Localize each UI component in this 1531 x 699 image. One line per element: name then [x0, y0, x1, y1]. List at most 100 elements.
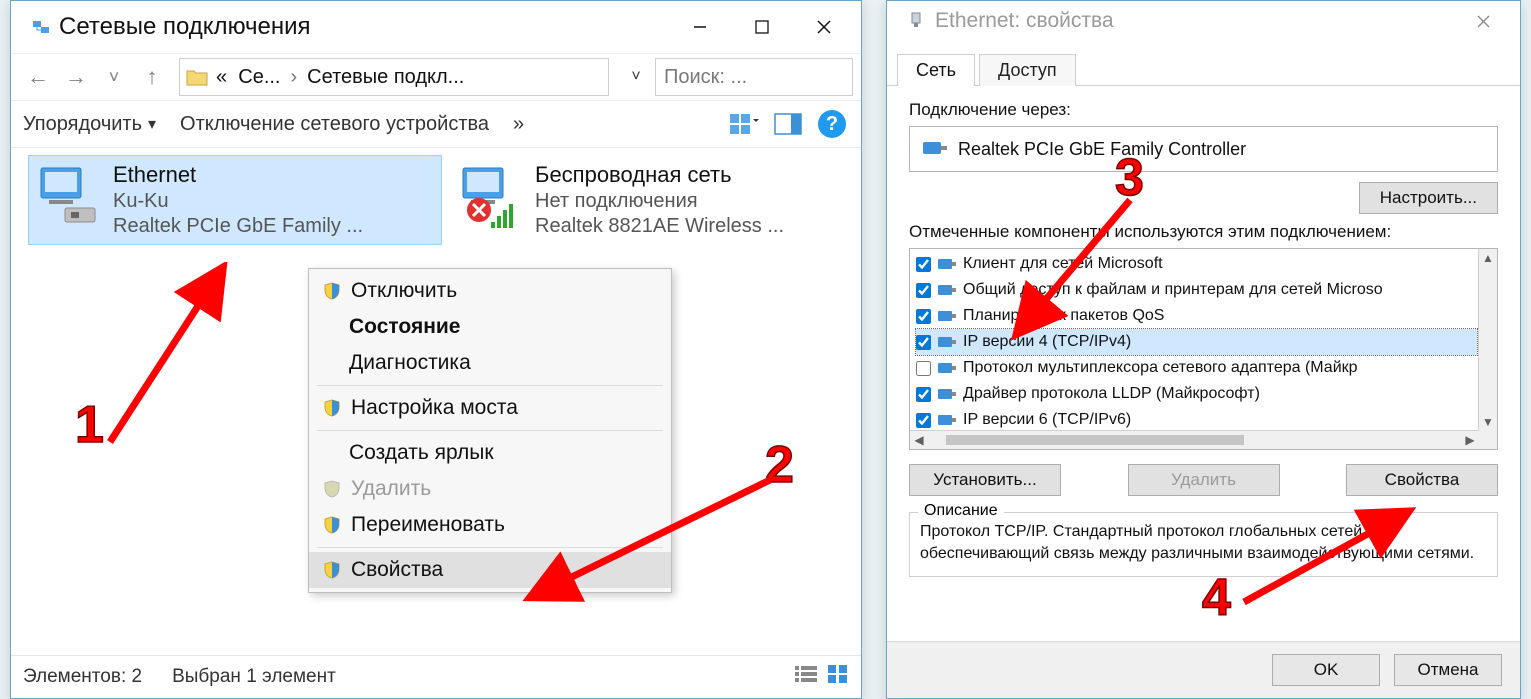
component-checkbox[interactable] [916, 361, 931, 376]
component-checkbox[interactable] [916, 335, 931, 350]
close-button[interactable] [1452, 1, 1514, 41]
context-menu: Отключить Состояние Диагностика Настройк… [308, 268, 672, 593]
details-view-icon[interactable] [795, 664, 817, 690]
menu-rename[interactable]: Переименовать [309, 507, 671, 543]
connection-name: Ethernet [113, 162, 363, 188]
cancel-button[interactable]: Отмена [1394, 654, 1502, 686]
menu-properties[interactable]: Свойства [309, 552, 671, 588]
search-placeholder: Поиск: ... [664, 66, 747, 89]
component-row[interactable]: Общий доступ к файлам и принтерам для се… [916, 277, 1477, 303]
scrollbar-vertical[interactable]: ▲ ▼ [1478, 249, 1497, 431]
scroll-right-icon[interactable]: ▶ [1461, 431, 1479, 449]
description-legend: Описание [918, 502, 1004, 520]
scroll-left-icon[interactable]: ◀ [910, 431, 928, 449]
nav-bar: ← → ˅ ↑ « Се... › Сетевые подкл... ˅ Пои… [11, 53, 861, 101]
ethernet-properties-window: Ethernet: свойства Сеть Доступ Подключен… [886, 0, 1521, 699]
component-row[interactable]: Клиент для сетей Microsoft [916, 251, 1477, 277]
maximize-button[interactable] [731, 7, 793, 47]
component-label: Драйвер протокола LLDP (Майкрософт) [963, 385, 1260, 403]
shield-icon [323, 561, 341, 579]
connection-status: Нет подключения [535, 190, 784, 213]
network-tab-panel: Подключение через: Realtek PCIe GbE Fami… [887, 86, 1520, 577]
dialog-footer: OK Отмена [887, 641, 1520, 698]
breadcrumb-separator: › [291, 66, 298, 89]
organize-menu[interactable]: Упорядочить▾ [23, 113, 156, 136]
view-menu[interactable] [727, 109, 761, 139]
status-bar: Элементов: 2 Выбран 1 элемент [11, 655, 861, 698]
preview-pane-button[interactable] [771, 109, 805, 139]
forward-button[interactable]: → [57, 59, 95, 95]
scroll-up-icon[interactable]: ▲ [1479, 249, 1497, 267]
components-listbox[interactable]: Клиент для сетей Microsoft Общий доступ к… [909, 248, 1498, 450]
scroll-down-icon[interactable]: ▼ [1479, 413, 1497, 431]
refresh-dropdown[interactable]: ˅ [617, 59, 655, 95]
menu-diagnose[interactable]: Диагностика [309, 345, 671, 381]
component-icon [937, 360, 957, 376]
scrollbar-horizontal[interactable]: ◀ ▶ [910, 430, 1479, 449]
connection-device: Realtek PCIe GbE Family ... [113, 215, 363, 238]
component-label: Общий доступ к файлам и принтерам для се… [963, 281, 1383, 299]
window-title: Сетевые подключения [59, 13, 669, 41]
connection-device: Realtek 8821AE Wireless ... [535, 215, 784, 238]
description-text: Протокол TCP/IP. Стандартный протокол гл… [920, 521, 1487, 564]
install-button[interactable]: Установить... [909, 464, 1061, 496]
close-button[interactable] [793, 7, 855, 47]
window-icon [31, 17, 51, 37]
connections-view: Ethernet Ku-Ku Realtek PCIe GbE Family .… [11, 148, 861, 648]
component-row[interactable]: IP версии 4 (TCP/IPv4) [916, 329, 1477, 355]
breadcrumb-item[interactable]: Се... [238, 66, 280, 89]
status-item-count: Элементов: 2 [23, 666, 142, 688]
wireless-adapter-icon [457, 162, 525, 230]
tab-access[interactable]: Доступ [979, 54, 1076, 86]
large-icons-view-icon[interactable] [827, 664, 849, 690]
back-button[interactable]: ← [19, 59, 57, 95]
breadcrumb-item[interactable]: Сетевые подкл... [307, 66, 464, 89]
component-checkbox[interactable] [916, 283, 931, 298]
component-checkbox[interactable] [916, 257, 931, 272]
component-row[interactable]: Планировщик пакетов QoS [916, 303, 1477, 329]
component-icon [937, 386, 957, 402]
menu-status[interactable]: Состояние [309, 309, 671, 345]
window-title: Ethernet: свойства [935, 9, 1452, 33]
component-checkbox[interactable] [916, 309, 931, 324]
component-row[interactable]: Драйвер протокола LLDP (Майкрософт) [916, 381, 1477, 407]
search-input[interactable]: Поиск: ... [655, 58, 853, 96]
configure-button[interactable]: Настроить... [1359, 182, 1498, 214]
component-icon [937, 412, 957, 428]
ok-button[interactable]: OK [1272, 654, 1380, 686]
component-checkbox[interactable] [916, 387, 931, 402]
menu-create-shortcut[interactable]: Создать ярлык [309, 435, 671, 471]
menu-separator [317, 385, 663, 386]
adapter-name: Realtek PCIe GbE Family Controller [958, 139, 1246, 160]
component-label: Планировщик пакетов QoS [963, 307, 1164, 325]
tab-network[interactable]: Сеть [897, 54, 975, 86]
component-checkbox[interactable] [916, 413, 931, 428]
window-icon [907, 11, 927, 31]
breadcrumb-prefix: « [216, 66, 227, 89]
menu-separator [317, 547, 663, 548]
up-button[interactable]: ↑ [133, 59, 171, 95]
remove-button: Удалить [1128, 464, 1280, 496]
folder-icon [186, 68, 208, 86]
description-fieldset: Описание Протокол TCP/IP. Стандартный пр… [909, 512, 1498, 577]
tabs: Сеть Доступ [887, 41, 1520, 86]
address-bar[interactable]: « Се... › Сетевые подкл... [179, 58, 609, 96]
connection-ethernet[interactable]: Ethernet Ku-Ku Realtek PCIe GbE Family .… [29, 156, 441, 244]
scroll-thumb[interactable] [946, 435, 1244, 445]
menu-disable[interactable]: Отключить [309, 273, 671, 309]
disable-device-button[interactable]: Отключение сетевого устройства [180, 113, 489, 136]
shield-icon [323, 282, 341, 300]
minimize-button[interactable] [669, 7, 731, 47]
recent-dropdown[interactable]: ˅ [95, 59, 133, 95]
properties-button[interactable]: Свойства [1346, 464, 1498, 496]
more-commands[interactable]: » [513, 113, 526, 136]
component-icon [937, 334, 957, 350]
connection-wireless[interactable]: Беспроводная сеть Нет подключения Realte… [451, 156, 863, 244]
menu-separator [317, 430, 663, 431]
connection-status: Ku-Ku [113, 190, 363, 213]
component-row[interactable]: Протокол мультиплексора сетевого адаптер… [916, 355, 1477, 381]
components-label: Отмеченные компоненты используются этим … [909, 222, 1498, 242]
menu-bridge[interactable]: Настройка моста [309, 390, 671, 426]
component-label: IP версии 6 (TCP/IPv6) [963, 411, 1131, 429]
help-button[interactable]: ? [815, 109, 849, 139]
